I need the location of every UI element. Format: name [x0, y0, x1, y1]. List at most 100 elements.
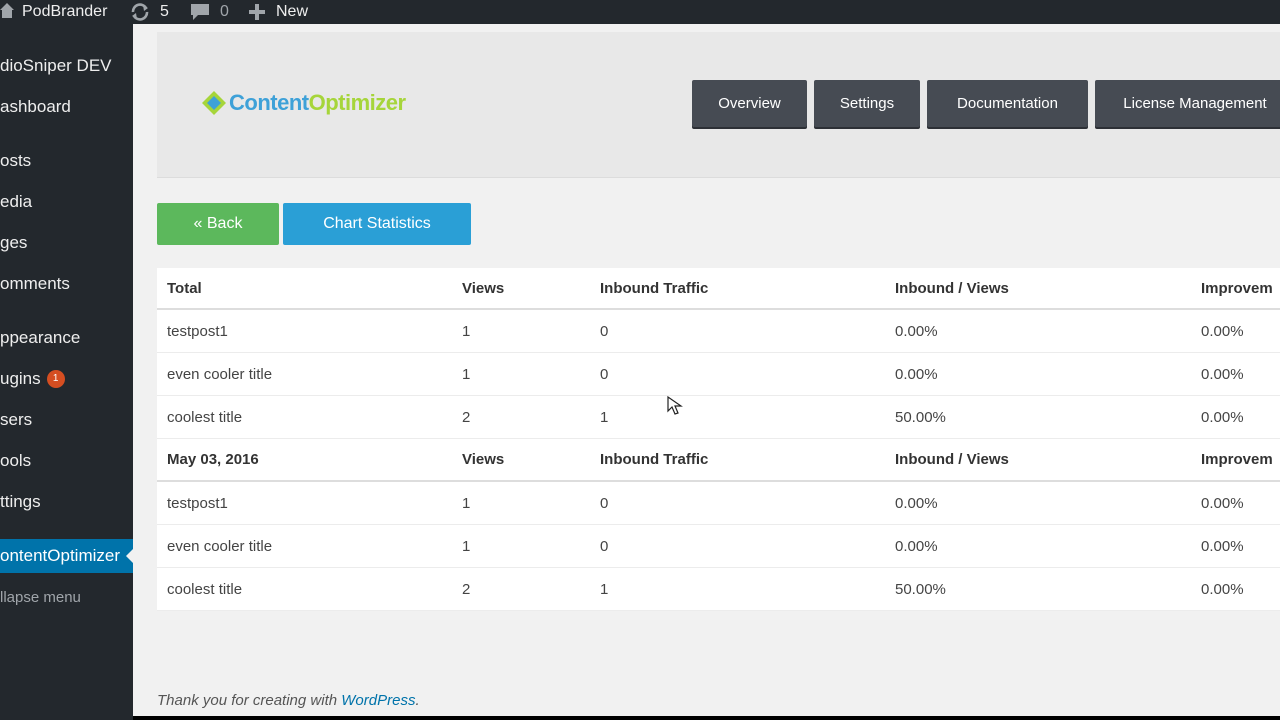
menu-item-contentoptimizer[interactable]: ontentOptimizer: [0, 539, 133, 573]
home-icon[interactable]: [0, 2, 14, 18]
statistics-table: Total Views Inbound Traffic Inbound / Vi…: [157, 268, 1280, 611]
table-cell: 1: [462, 365, 471, 383]
chart-statistics-button[interactable]: Chart Statistics: [283, 203, 471, 245]
new-label: New: [276, 3, 309, 20]
table-row: coolest title 2 1 50.00% 0.00%: [157, 568, 1280, 611]
table-cell: 1: [462, 494, 471, 512]
header-cell: Total: [167, 279, 202, 297]
table-cell: 2: [462, 580, 471, 598]
table-cell: 0.00%: [1201, 322, 1244, 340]
menu-item-label: ools: [0, 451, 32, 470]
footer-suffix: .: [415, 692, 420, 709]
table-cell: 0.00%: [1201, 408, 1244, 426]
plugin-header: ContentOptimizer Overview Settings Docum…: [157, 32, 1280, 178]
menu-item-label: ugins: [0, 369, 41, 388]
table-cell: 0: [600, 322, 609, 340]
table-cell: 50.00%: [895, 580, 946, 598]
header-cell: Improvem: [1201, 451, 1273, 468]
table-header-row: May 03, 2016 Views Inbound Traffic Inbou…: [157, 439, 1280, 482]
table-cell: coolest title: [167, 580, 243, 598]
menu-item-label: llapse menu: [0, 588, 81, 606]
admin-side-menu: dioSniper DEV ashboard osts edia ges omm…: [0, 24, 133, 720]
table-cell: 1: [462, 322, 471, 340]
back-button[interactable]: « Back: [157, 203, 279, 245]
header-cell: Improvem: [1201, 279, 1273, 297]
header-cell: Inbound Traffic: [600, 279, 709, 297]
table-cell: even cooler title: [167, 537, 273, 555]
menu-item-tools[interactable]: ools: [0, 444, 133, 478]
plugins-update-badge: 1: [46, 370, 65, 388]
settings-button[interactable]: Settings: [814, 80, 920, 127]
menu-item-users[interactable]: sers: [0, 403, 133, 437]
table-cell: 0.00%: [895, 365, 938, 383]
menu-item-label: ontentOptimizer: [0, 546, 120, 565]
menu-item-label: ttings: [0, 492, 41, 511]
updates-link[interactable]: 5: [130, 0, 169, 24]
table-row: even cooler title 1 0 0.00% 0.00%: [157, 353, 1280, 396]
table-row: testpost1 1 0 0.00% 0.00%: [157, 310, 1280, 353]
menu-item-label: osts: [0, 151, 32, 170]
menu-item-label: edia: [0, 192, 33, 211]
main-content: ContentOptimizer Overview Settings Docum…: [133, 24, 1280, 716]
table-row: even cooler title 1 0 0.00% 0.00%: [157, 525, 1280, 568]
header-cell: Views: [462, 279, 505, 297]
documentation-button[interactable]: Documentation: [927, 80, 1088, 127]
table-cell: 0.00%: [895, 322, 938, 340]
table-row: testpost1 1 0 0.00% 0.00%: [157, 482, 1280, 525]
menu-item-media[interactable]: edia: [0, 185, 133, 219]
menu-item-appearance[interactable]: ppearance: [0, 321, 133, 355]
header-cell: Inbound / Views: [895, 451, 1009, 468]
menu-item-settings[interactable]: ttings: [0, 485, 133, 519]
table-cell: 1: [600, 408, 609, 426]
table-cell: testpost1: [167, 494, 228, 512]
plus-icon: [249, 4, 265, 20]
table-cell: 1: [600, 580, 609, 598]
new-content-link[interactable]: New: [248, 0, 308, 24]
comments-count: 0: [220, 3, 229, 20]
header-cell: Views: [462, 451, 505, 468]
menu-item-comments[interactable]: omments: [0, 267, 133, 301]
mouse-cursor-icon: [667, 395, 683, 415]
menu-item-label: ashboard: [0, 97, 71, 116]
site-name-link[interactable]: PodBrander: [22, 0, 107, 24]
menu-item-posts[interactable]: osts: [0, 144, 133, 178]
table-header-row: Total Views Inbound Traffic Inbound / Vi…: [157, 268, 1280, 310]
footer-text: Thank you for creating with: [157, 692, 338, 709]
wordpress-link[interactable]: WordPress: [341, 692, 415, 709]
site-name: PodBrander: [22, 3, 108, 20]
comments-link[interactable]: 0: [190, 0, 229, 24]
menu-item-pages[interactable]: ges: [0, 226, 133, 260]
table-cell: 0.00%: [1201, 537, 1244, 555]
table-cell: 1: [462, 537, 471, 555]
header-cell: May 03, 2016: [167, 451, 259, 468]
logo-text-content: Content: [229, 90, 309, 115]
menu-item-label: ppearance: [0, 328, 81, 347]
updates-count: 5: [160, 3, 169, 20]
logo-text-optimizer: Optimizer: [308, 90, 406, 115]
comment-icon: [191, 4, 209, 20]
table-cell: even cooler title: [167, 365, 273, 383]
content-optimizer-logo: ContentOptimizer: [201, 90, 406, 116]
overview-button[interactable]: Overview: [692, 80, 807, 127]
admin-bar: PodBrander 5 0 New: [0, 0, 1280, 24]
collapse-menu-button[interactable]: llapse menu: [0, 580, 133, 614]
table-cell: 0.00%: [895, 494, 938, 512]
menu-item-dashboard[interactable]: ashboard: [0, 90, 133, 124]
admin-footer: Thank you for creating with WordPress.: [157, 692, 420, 709]
table-cell: 50.00%: [895, 408, 946, 426]
table-cell: 0: [600, 365, 609, 383]
table-cell: 0.00%: [895, 537, 938, 555]
menu-item-plugins[interactable]: ugins 1: [0, 362, 133, 396]
table-cell: 0: [600, 537, 609, 555]
table-cell: testpost1: [167, 322, 228, 340]
logo-icon: [202, 91, 226, 115]
table-cell: 2: [462, 408, 471, 426]
menu-item-label: omments: [0, 274, 70, 293]
table-cell: coolest title: [167, 408, 243, 426]
table-cell: 0.00%: [1201, 580, 1244, 598]
license-management-button[interactable]: License Management: [1095, 80, 1280, 127]
menu-item-label: sers: [0, 410, 33, 429]
table-row: coolest title 2 1 50.00% 0.00%: [157, 396, 1280, 439]
table-cell: 0.00%: [1201, 494, 1244, 512]
menu-item-site[interactable]: dioSniper DEV: [0, 49, 133, 83]
